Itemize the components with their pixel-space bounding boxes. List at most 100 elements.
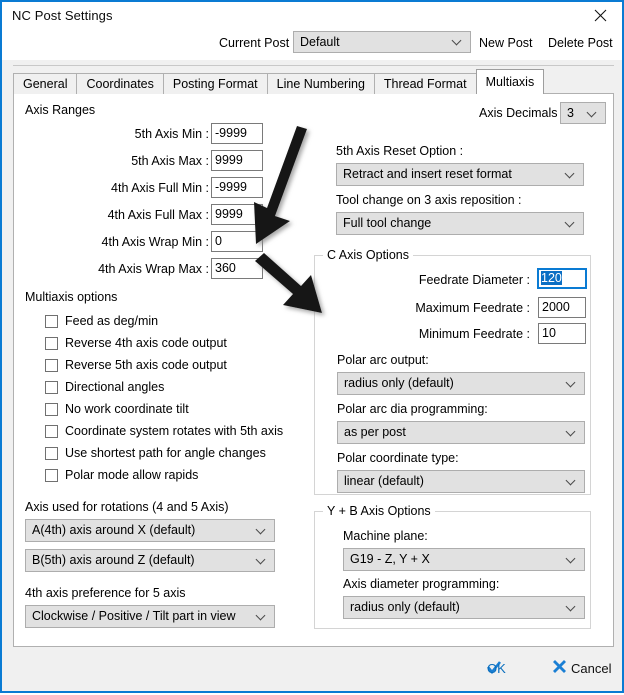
- checkbox-directional-angles[interactable]: Directional angles: [45, 378, 164, 396]
- chevron-down-icon: [566, 377, 577, 388]
- label-4th-axis-full-min: 4th Axis Full Min :: [111, 181, 209, 195]
- reset-option-dropdown[interactable]: Retract and insert reset format: [336, 163, 584, 186]
- chevron-down-icon: [256, 524, 267, 535]
- checkbox-reverse-5th-axis-code-output[interactable]: Reverse 5th axis code output: [45, 356, 227, 374]
- label-minimum-feedrate: Minimum Feedrate :: [418, 327, 530, 341]
- multiaxis-tab-panel: Axis Ranges 5th Axis Min : -9999 5th Axi…: [13, 93, 614, 647]
- checkbox-box: [45, 380, 58, 394]
- label-polar-arc-dia: Polar arc dia programming:: [337, 402, 488, 416]
- title-bar: NC Post Settings: [2, 2, 622, 28]
- polar-coord-type-value: linear (default): [344, 474, 424, 488]
- checkbox-label: Reverse 5th axis code output: [65, 358, 227, 372]
- input-5th-axis-min[interactable]: -9999: [211, 123, 263, 144]
- polar-arc-output-dropdown[interactable]: radius only (default): [337, 372, 585, 395]
- axis-decimals-dropdown[interactable]: 3: [560, 102, 606, 124]
- chevron-down-icon: [587, 107, 598, 118]
- label-feedrate-diameter: Feedrate Diameter :: [418, 273, 530, 287]
- input-4th-axis-wrap-max[interactable]: 360: [211, 258, 263, 279]
- label-axis-diameter: Axis diameter programming:: [343, 577, 500, 591]
- cancel-button[interactable]: Cancel: [571, 661, 611, 676]
- preference-value: Clockwise / Positive / Tilt part in view: [32, 609, 236, 623]
- input-minimum-feedrate[interactable]: 10: [538, 323, 586, 344]
- axis-diameter-dropdown[interactable]: radius only (default): [343, 596, 585, 619]
- delete-post-button[interactable]: Delete Post: [548, 36, 613, 50]
- checkbox-box: [45, 446, 58, 460]
- current-post-dropdown[interactable]: Default: [293, 31, 471, 53]
- input-4th-axis-wrap-min[interactable]: 0: [211, 231, 263, 252]
- x-mark-icon: [552, 659, 567, 678]
- axis-decimals-value: 3: [567, 106, 574, 120]
- tool-change-label: Tool change on 3 axis reposition :: [336, 193, 522, 207]
- label-4th-axis-wrap-max: 4th Axis Wrap Max :: [98, 262, 209, 276]
- c-axis-options-title: C Axis Options: [323, 248, 413, 262]
- checkbox-box: [45, 314, 58, 328]
- reset-option-value: Retract and insert reset format: [343, 167, 512, 181]
- checkbox-feed-as-deg-min[interactable]: Feed as deg/min: [45, 312, 158, 330]
- chevron-down-icon: [565, 217, 576, 228]
- multiaxis-options-title: Multiaxis options: [25, 290, 118, 304]
- input-5th-axis-max[interactable]: 9999: [211, 150, 263, 171]
- checkbox-label: Coordinate system rotates with 5th axis: [65, 424, 284, 438]
- tool-change-value: Full tool change: [343, 216, 432, 230]
- chevron-down-icon: [565, 168, 576, 179]
- chevron-down-icon: [566, 553, 577, 564]
- checkbox-polar-mode-allow-rapids[interactable]: Polar mode allow rapids: [45, 466, 198, 484]
- rotations-axis5-value: B(5th) axis around Z (default): [32, 553, 195, 567]
- tab-line-numbering[interactable]: Line Numbering: [266, 73, 375, 94]
- input-maximum-feedrate[interactable]: 2000: [538, 297, 586, 318]
- chevron-down-icon: [566, 601, 577, 612]
- yb-axis-options-group: Y + B Axis Options Machine plane: G19 - …: [314, 504, 591, 629]
- close-icon[interactable]: [578, 2, 622, 28]
- input-4th-axis-full-max[interactable]: 9999: [211, 204, 263, 225]
- dialog-footer: OK Cancel: [2, 647, 622, 691]
- input-4th-axis-full-min[interactable]: -9999: [211, 177, 263, 198]
- checkbox-box: [45, 336, 58, 350]
- tab-thread-format[interactable]: Thread Format: [373, 73, 477, 94]
- checkbox-label: Feed as deg/min: [65, 314, 159, 328]
- label-polar-arc-output: Polar arc output:: [337, 353, 429, 367]
- checkbox-box: [45, 424, 58, 438]
- current-post-label: Current Post -: [219, 36, 297, 50]
- checkbox-box: [45, 358, 58, 372]
- chevron-down-icon: [256, 610, 267, 621]
- input-feedrate-diameter[interactable]: 120: [537, 268, 587, 289]
- tab-posting-format[interactable]: Posting Format: [162, 73, 268, 94]
- polar-arc-dia-dropdown[interactable]: as per post: [337, 421, 585, 444]
- header-divider: [13, 65, 614, 66]
- polar-coord-type-dropdown[interactable]: linear (default): [337, 470, 585, 493]
- input-feedrate-diameter-value: 120: [541, 271, 562, 285]
- axis-ranges-title: Axis Ranges: [25, 103, 96, 117]
- label-5th-axis-min: 5th Axis Min :: [134, 127, 209, 141]
- label-machine-plane: Machine plane:: [343, 529, 428, 543]
- label-4th-axis-full-max: 4th Axis Full Max :: [107, 208, 209, 222]
- checkbox-coordinate-system-rotates-with-5th-axis[interactable]: Coordinate system rotates with 5th axis: [45, 422, 283, 440]
- machine-plane-dropdown[interactable]: G19 - Z, Y + X: [343, 548, 585, 571]
- label-4th-axis-wrap-min: 4th Axis Wrap Min :: [101, 235, 209, 249]
- tab-multiaxis[interactable]: Multiaxis: [475, 69, 545, 94]
- tab-coordinates[interactable]: Coordinates: [76, 73, 164, 94]
- polar-arc-dia-value: as per post: [344, 425, 406, 439]
- new-post-button[interactable]: New Post: [479, 36, 533, 50]
- rotations-axis5-dropdown[interactable]: B(5th) axis around Z (default): [25, 549, 275, 572]
- checkbox-box: [45, 402, 58, 416]
- checkbox-label: Directional angles: [65, 380, 165, 394]
- preference-dropdown[interactable]: Clockwise / Positive / Tilt part in view: [25, 605, 275, 628]
- rotations-axis4-value: A(4th) axis around X (default): [32, 523, 196, 537]
- reset-option-label: 5th Axis Reset Option :: [336, 144, 464, 158]
- checkbox-box: [45, 468, 58, 482]
- tab-general[interactable]: General: [13, 73, 78, 94]
- tool-change-dropdown[interactable]: Full tool change: [336, 212, 584, 235]
- checkbox-label: Reverse 4th axis code output: [65, 336, 227, 350]
- checkbox-use-shortest-path-for-angle-changes[interactable]: Use shortest path for angle changes: [45, 444, 266, 462]
- label-5th-axis-max: 5th Axis Max :: [131, 154, 209, 168]
- axis-diameter-value: radius only (default): [350, 600, 460, 614]
- polar-arc-output-value: radius only (default): [344, 376, 454, 390]
- rotations-axis4-dropdown[interactable]: A(4th) axis around X (default): [25, 519, 275, 542]
- preference-label: 4th axis preference for 5 axis: [25, 586, 186, 600]
- chevron-down-icon: [256, 554, 267, 565]
- checkbox-reverse-4th-axis-code-output[interactable]: Reverse 4th axis code output: [45, 334, 227, 352]
- checkbox-label: No work coordinate tilt: [65, 402, 189, 416]
- ok-button[interactable]: OK: [487, 661, 506, 676]
- checkbox-no-work-coordinate-tilt[interactable]: No work coordinate tilt: [45, 400, 189, 418]
- rotations-label: Axis used for rotations (4 and 5 Axis): [25, 500, 229, 514]
